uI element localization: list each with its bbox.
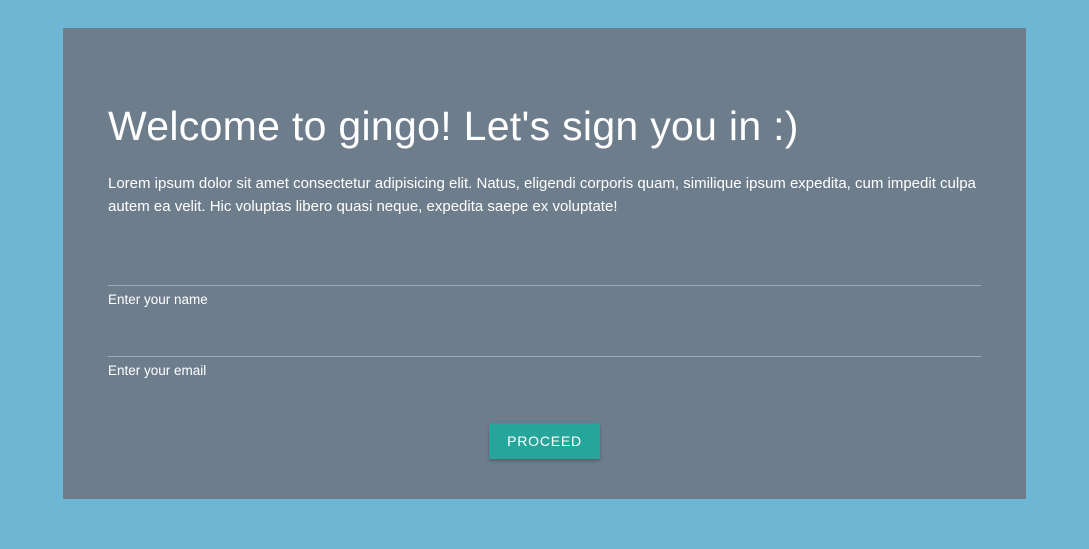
email-input[interactable] — [108, 325, 981, 357]
name-field-wrapper: Enter your name — [108, 254, 981, 307]
card-description: Lorem ipsum dolor sit amet consectetur a… — [108, 172, 981, 219]
button-row: Proceed — [108, 423, 981, 459]
card-title: Welcome to gingo! Let's sign you in :) — [108, 103, 981, 150]
name-label: Enter your name — [108, 292, 981, 307]
name-input[interactable] — [108, 254, 981, 286]
proceed-button[interactable]: Proceed — [489, 423, 600, 459]
email-field-wrapper: Enter your email — [108, 325, 981, 378]
signin-card: Welcome to gingo! Let's sign you in :) L… — [63, 28, 1026, 499]
email-label: Enter your email — [108, 363, 981, 378]
